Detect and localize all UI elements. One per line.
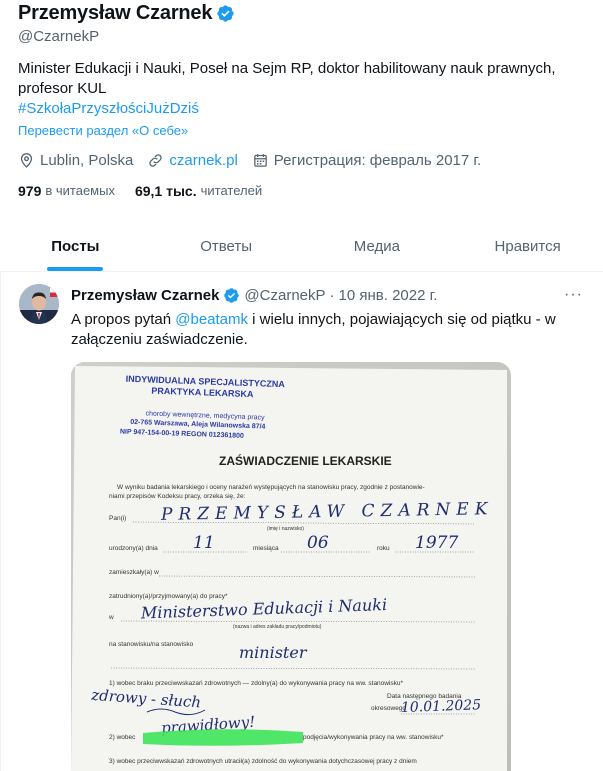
following-count[interactable]: 979	[18, 183, 41, 199]
month-label: miesiąca	[253, 545, 279, 552]
tweet[interactable]: Przemysław Czarnek @CzarnekP · 10 янв. 2…	[0, 272, 603, 771]
joined-text: Регистрация: февраль 2017 г.	[273, 152, 482, 169]
tweet-image[interactable]: INDYWIDUALNA SPECJALISTYCZNA PRAKTYKA LE…	[71, 362, 511, 771]
joined-item: Регистрация: февраль 2017 г.	[252, 152, 481, 169]
avatar-portrait-icon	[19, 284, 59, 324]
pan-label: Pan(i)	[109, 515, 126, 522]
website-item[interactable]: czarnek.pl	[147, 152, 238, 169]
tweet-header: Przemysław Czarnek @CzarnekP · 10 янв. 2…	[71, 287, 437, 304]
document-intro-2: niami przepisów Kodeksu pracy, orzeka si…	[109, 493, 246, 500]
bio-hashtag-link[interactable]: #SzkołaPrzyszłościJużDziś	[18, 99, 588, 119]
born-label: urodzony(a) dnia	[109, 545, 158, 552]
calendar-icon	[253, 154, 267, 167]
profile-bio: Minister Edukacji i Nauki, Poseł na Sejm…	[18, 60, 556, 97]
tweet-text: A propos pytań @beatamk i wielu innych, …	[71, 310, 581, 350]
medical-certificate-image: INDYWIDUALNA SPECJALISTYCZNA PRAKTYKA LE…	[71, 362, 511, 771]
handwritten-year: 1977	[415, 533, 458, 553]
followers-label[interactable]: читателей	[201, 183, 262, 199]
translate-bio-link[interactable]: Перевести раздел «О себе»	[18, 123, 588, 138]
point-2-end: podjęcia/wykonywania pracy na ww. stanow…	[303, 734, 444, 741]
following-label[interactable]: в читаемых	[45, 183, 115, 199]
separator-dot: ·	[329, 287, 335, 304]
link-icon	[149, 154, 163, 167]
point-3: 3) wobec przeciwwskazań zdrowotnych utra…	[109, 758, 417, 765]
avatar[interactable]	[19, 284, 59, 324]
position-label: na stanowisku/na stanowisko	[109, 641, 194, 648]
tab-media[interactable]: Медиа	[302, 222, 453, 271]
profile-meta: Lublin, Polska czarnek.pl Регистрация: ф…	[18, 152, 588, 169]
point-2: 2) wobec	[109, 734, 136, 741]
tweet-author-handle[interactable]: @CzarnekP	[244, 287, 325, 304]
location-text: Lublin, Polska	[40, 152, 134, 169]
profile-name: Przemysław Czarnek	[18, 1, 213, 24]
employed-label: zatrudniony(a)/przyjmowany(a) do pracy*	[109, 593, 228, 600]
tab-posts[interactable]: Посты	[0, 222, 151, 271]
handwritten-month: 06	[307, 533, 329, 553]
year-label: roku	[377, 545, 390, 552]
website-link[interactable]: czarnek.pl	[169, 152, 237, 169]
tweet-text-before: A propos pytań	[71, 311, 176, 328]
handwritten-position: minister	[239, 643, 308, 662]
location-pin-icon	[20, 153, 33, 168]
profile-header: Przemysław Czarnek @CzarnekP Minister Ed…	[18, 0, 588, 200]
tab-likes[interactable]: Нравится	[452, 222, 603, 271]
employer-caption: (nazwa i adres zakładu pracy/podmiotu)	[233, 624, 322, 630]
tweet-author-name[interactable]: Przemysław Czarnek	[71, 287, 219, 304]
handwritten-next-exam: 10.01.2025	[401, 697, 482, 716]
tab-replies[interactable]: Ответы	[151, 222, 302, 271]
mention-link[interactable]: @beatamk	[175, 311, 248, 328]
verified-badge-icon[interactable]	[223, 287, 240, 304]
profile-handle: @CzarnekP	[18, 28, 100, 45]
point-1: 1) wobec braku przeciwwskazań zdrowotnyc…	[109, 680, 404, 687]
profile-tabs: Посты Ответы Медиа Нравится	[0, 222, 603, 272]
follow-stats: 979 в читаемых 69,1 тыс. читателей	[18, 183, 588, 199]
followers-count[interactable]: 69,1 тыс.	[135, 183, 197, 199]
handwritten-day: 11	[193, 533, 215, 553]
w-label: w	[108, 614, 114, 621]
pan-caption: (imię i nazwisko)	[267, 526, 304, 532]
document-title: ZAŚWIADCZENIE LEKARSKIE	[219, 453, 392, 468]
more-options-icon[interactable]: ···	[564, 286, 583, 304]
verified-badge-icon[interactable]	[216, 4, 235, 23]
address-label: zamieszkały(a) w	[109, 569, 159, 576]
location-item: Lublin, Polska	[18, 152, 133, 169]
document-intro: W wyniku badania lekarskiego i oceny nar…	[117, 484, 425, 491]
tweet-date[interactable]: 10 янв. 2022 г.	[339, 287, 438, 304]
